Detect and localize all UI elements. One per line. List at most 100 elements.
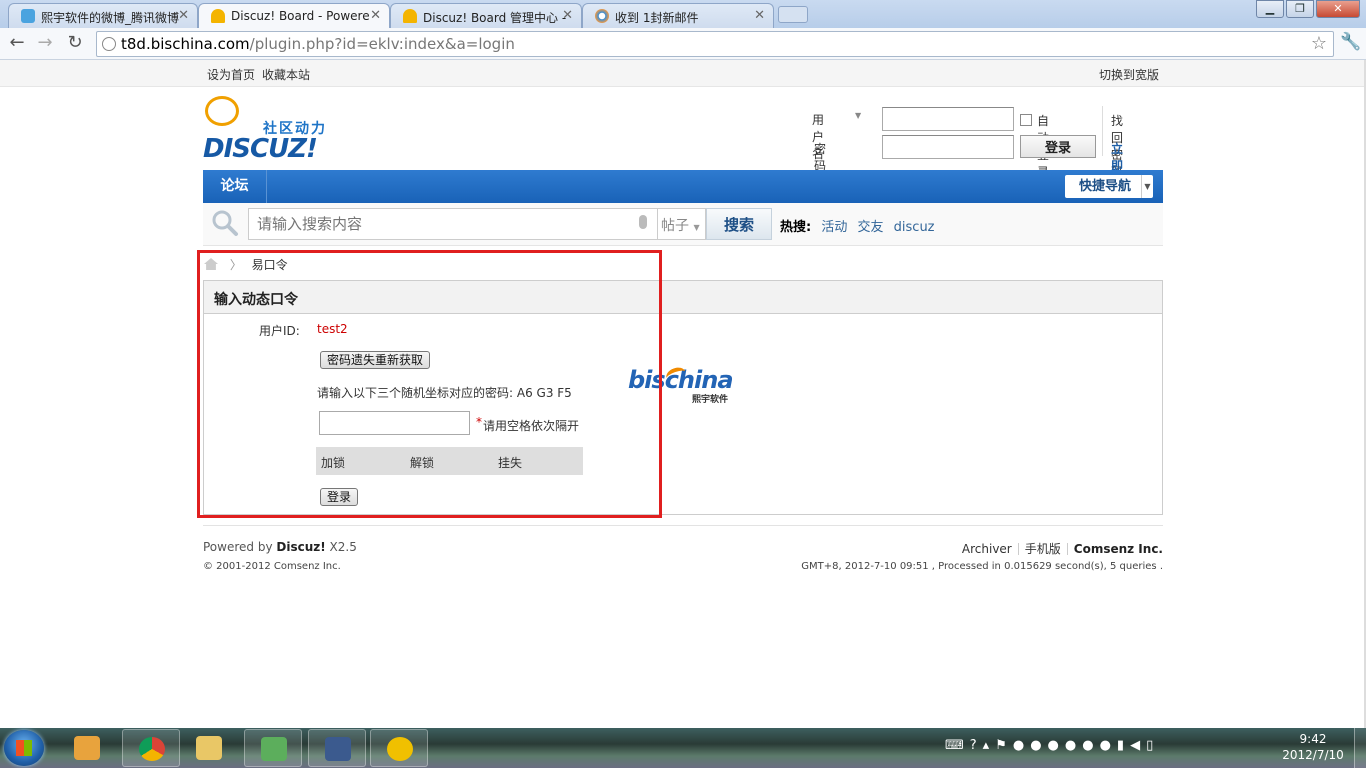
tab-label: Discuz! Board - Powere xyxy=(231,9,370,23)
search-bar: 帖子 ▼ 搜索 热搜: 活动 交友 discuz xyxy=(203,203,1163,246)
hot-search-item[interactable]: discuz xyxy=(894,220,935,235)
tab-discuz-admin[interactable]: Discuz! Board 管理中心 - ✕ xyxy=(390,3,582,28)
tab-label: 收到 1封新邮件 xyxy=(615,11,699,25)
forward-icon[interactable]: → xyxy=(34,33,56,55)
page-icon xyxy=(102,37,116,51)
switch-wide-link[interactable]: 切换到宽版 xyxy=(1099,66,1159,83)
minimize-button[interactable]: ▁ xyxy=(1256,0,1284,18)
mobile-link[interactable]: 手机版 xyxy=(1025,542,1061,556)
help-icon[interactable]: ? xyxy=(970,738,983,753)
password-input[interactable] xyxy=(882,135,1014,159)
taskbar-network[interactable] xyxy=(244,729,302,767)
search-icon xyxy=(212,210,238,236)
taskbar-ultraedit[interactable] xyxy=(370,729,428,767)
footer-divider xyxy=(203,525,1163,526)
close-tab-icon[interactable]: ✕ xyxy=(370,8,381,23)
nav-forum[interactable]: 论坛 xyxy=(203,170,267,203)
login-button[interactable]: 登录 xyxy=(1020,135,1096,158)
system-clock[interactable]: 9:42 2012/7/10 xyxy=(1278,731,1348,763)
bookmark-star-icon[interactable]: ☆ xyxy=(1311,33,1327,54)
qq-icon[interactable]: ● xyxy=(1048,738,1065,753)
page-viewport: 设为首页 收藏本站 切换到宽版 社区动力 DISCUZ! 用户名 ▼ 自动登录 … xyxy=(0,60,1366,728)
bischina-subtitle: 熙宇软件 xyxy=(692,395,729,405)
company-link[interactable]: Comsenz Inc. xyxy=(1074,542,1163,556)
window-controls: ▁ ❐ ✕ xyxy=(1254,0,1360,18)
qq-icon[interactable]: ● xyxy=(1082,738,1099,753)
discuz-icon xyxy=(211,9,225,23)
show-desktop-button[interactable] xyxy=(1354,728,1366,768)
flag-icon[interactable]: ⚑ xyxy=(995,738,1013,753)
quick-nav-label: 快捷导航 xyxy=(1079,179,1132,194)
reload-icon[interactable]: ↻ xyxy=(64,33,86,55)
new-tab-button[interactable] xyxy=(778,6,808,23)
tray-expand-icon[interactable]: ▴ xyxy=(983,738,996,753)
address-bar[interactable]: t8d.bischina.com/plugin.php?id=eklv:inde… xyxy=(96,31,1334,57)
close-tab-icon[interactable]: ✕ xyxy=(754,8,765,23)
powered-prefix: Powered by xyxy=(203,540,277,554)
powered-brand-link[interactable]: Discuz! xyxy=(276,540,325,554)
taskbar-app[interactable] xyxy=(308,729,366,767)
close-tab-icon[interactable]: ✕ xyxy=(562,8,573,23)
bookmark-site-link[interactable]: 收藏本站 xyxy=(262,66,310,83)
hot-search-item[interactable]: 活动 xyxy=(821,220,847,235)
main-nav: 论坛 快捷导航 ▼ xyxy=(203,170,1163,203)
taskbar-media-player[interactable] xyxy=(58,729,114,767)
back-icon[interactable]: ← xyxy=(6,33,28,55)
start-button[interactable] xyxy=(4,730,44,766)
powered-version: X2.5 xyxy=(325,540,357,554)
search-input[interactable] xyxy=(248,208,658,240)
footer-separator xyxy=(1017,543,1019,555)
username-input[interactable] xyxy=(882,107,1014,131)
discuz-icon xyxy=(403,9,417,23)
volume-icon[interactable]: ◀ xyxy=(1130,738,1146,753)
windows-taskbar: ⌨?▴⚑●●●●●●▮◀▯ 9:42 2012/7/10 xyxy=(0,728,1366,768)
search-type-value: 帖子 xyxy=(661,218,689,234)
qq-icon[interactable]: ● xyxy=(1013,738,1030,753)
signal-icon[interactable]: ▮ xyxy=(1117,738,1130,753)
search-button[interactable]: 搜索 xyxy=(706,208,772,240)
system-tray: ⌨?▴⚑●●●●●●▮◀▯ xyxy=(945,738,1159,753)
close-tab-icon[interactable]: ✕ xyxy=(178,8,189,23)
chevron-down-icon: ▼ xyxy=(693,223,700,232)
copyright: © 2001-2012 Comsenz Inc. xyxy=(203,561,341,572)
tab-mail[interactable]: 收到 1封新邮件 ✕ xyxy=(582,3,774,28)
clock-date: 2012/7/10 xyxy=(1282,748,1344,762)
quick-nav-dropdown-icon[interactable]: ▼ xyxy=(1141,175,1153,198)
browser-tab-strip: 熙宇软件的微博_腾讯微博 ✕ Discuz! Board - Powere ✕ … xyxy=(0,0,1366,28)
browser-toolbar: ← → ↻ t8d.bischina.com/plugin.php?id=ekl… xyxy=(0,28,1366,60)
discuz-logo[interactable]: 社区动力 DISCUZ! xyxy=(203,96,343,166)
search-type-select[interactable]: 帖子 ▼ xyxy=(658,208,706,240)
keyboard-icon[interactable]: ⌨ xyxy=(945,738,970,753)
url-host: t8d.bischina.com xyxy=(121,35,250,53)
quick-nav-button[interactable]: 快捷导航 ▼ xyxy=(1065,175,1153,198)
hot-search-item[interactable]: 交友 xyxy=(858,220,884,235)
auto-login-checkbox[interactable] xyxy=(1020,114,1032,126)
app-icon xyxy=(325,737,351,761)
mail-icon xyxy=(595,9,609,23)
maximize-button[interactable]: ❐ xyxy=(1286,0,1314,18)
set-home-link[interactable]: 设为首页 xyxy=(207,66,255,83)
hot-search-label: 热搜: xyxy=(780,220,812,235)
network-users-icon xyxy=(261,737,287,761)
discuz-topbar: 设为首页 收藏本站 切换到宽版 xyxy=(0,60,1366,87)
tab-discuz-board[interactable]: Discuz! Board - Powere ✕ xyxy=(198,3,390,28)
taskbar-explorer[interactable] xyxy=(186,729,236,767)
server-stats: GMT+8, 2012-7-10 09:51 , Processed in 0.… xyxy=(801,561,1163,572)
power-icon[interactable]: ▯ xyxy=(1146,738,1159,753)
chrome-icon xyxy=(139,737,165,761)
close-window-button[interactable]: ✕ xyxy=(1316,0,1360,18)
wrench-icon[interactable]: 🔧 xyxy=(1340,32,1361,52)
tab-tencent-weibo[interactable]: 熙宇软件的微博_腾讯微博 ✕ xyxy=(8,3,198,28)
url-path: /plugin.php?id=eklv:index&a=login xyxy=(249,35,515,53)
logo-bubble-icon xyxy=(205,96,239,126)
logo-brand: DISCUZ! xyxy=(203,134,318,164)
archiver-link[interactable]: Archiver xyxy=(962,542,1012,556)
qq-icon[interactable]: ● xyxy=(1100,738,1117,753)
microphone-icon[interactable] xyxy=(639,215,647,229)
username-dropdown-icon[interactable]: ▼ xyxy=(855,111,861,120)
taskbar-chrome[interactable] xyxy=(122,729,180,767)
qq-icon[interactable]: ● xyxy=(1030,738,1047,753)
tab-label: 熙宇软件的微博_腾讯微博 xyxy=(41,11,180,25)
qq-icon[interactable]: ● xyxy=(1065,738,1082,753)
url-text: t8d.bischina.com/plugin.php?id=eklv:inde… xyxy=(121,35,515,53)
